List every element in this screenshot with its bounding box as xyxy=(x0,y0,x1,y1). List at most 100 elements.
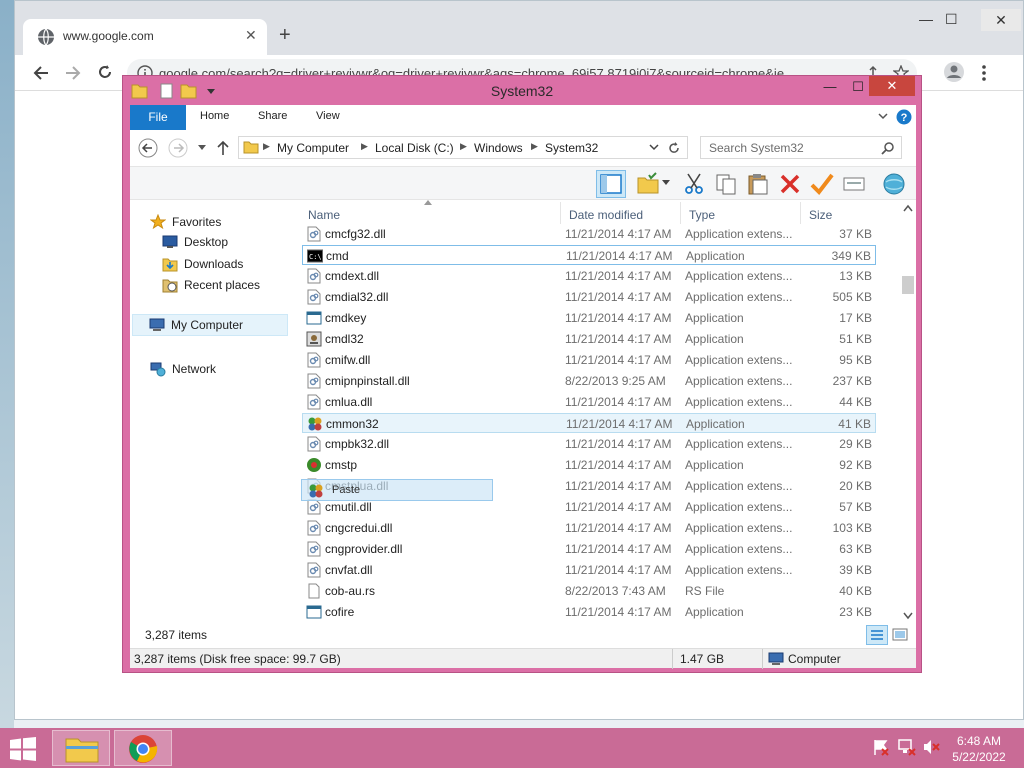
nav-item-favorites[interactable]: Favorites xyxy=(150,214,221,230)
refresh-icon[interactable] xyxy=(667,141,681,155)
dropdown-chevron-icon[interactable] xyxy=(662,180,670,186)
file-name: cmutil.dll xyxy=(325,500,372,514)
breadcrumb-separator-icon[interactable]: ▶ xyxy=(531,141,538,152)
table-row[interactable]: cmdkey 11/21/2014 4:17 AM Application 17 KB xyxy=(302,308,876,328)
table-row[interactable]: cngcredui.dll 11/21/2014 4:17 AM Applicati… xyxy=(302,518,876,538)
file-list-scrollbar[interactable] xyxy=(900,202,916,624)
paste-clipboard-icon[interactable] xyxy=(746,172,770,196)
scroll-up-chevron-icon[interactable] xyxy=(903,204,913,212)
svg-text:?: ? xyxy=(901,112,908,124)
explorer-close-button[interactable]: ✕ xyxy=(869,76,915,96)
delete-x-icon[interactable] xyxy=(778,172,802,196)
table-row[interactable]: cmdext.dll 11/21/2014 4:17 AM Application … xyxy=(302,266,876,286)
table-row[interactable]: cngprovider.dll 11/21/2014 4:17 AM Applica… xyxy=(302,539,876,559)
column-header-date[interactable]: Date modified xyxy=(569,208,643,222)
table-row[interactable]: cmdl32 11/21/2014 4:17 AM Application 51 KB xyxy=(302,329,876,349)
file-name: cngprovider.dll xyxy=(325,542,403,556)
cmdl-file-icon xyxy=(306,331,322,347)
tab-view[interactable]: View xyxy=(316,110,340,122)
browser-maximize-button[interactable]: ☐ xyxy=(945,11,958,28)
copy-icon[interactable] xyxy=(714,172,738,196)
tab-share[interactable]: Share xyxy=(258,110,287,122)
browser-close-button[interactable]: ✕ xyxy=(981,9,1021,31)
table-row[interactable]: cmipnpinstall.dll 8/22/2013 9:25 AM Applic… xyxy=(302,371,876,391)
forward-button-icon[interactable] xyxy=(168,138,188,158)
breadcrumb-my-computer[interactable]: My Computer xyxy=(277,141,349,155)
breadcrumb[interactable]: ▶ My Computer ▶ Local Disk (C:) ▶ Window… xyxy=(238,136,688,159)
table-row[interactable]: cmcfg32.dll 11/21/2014 4:17 AM Application… xyxy=(302,224,876,244)
scroll-down-chevron-icon[interactable] xyxy=(903,612,913,620)
help-icon[interactable]: ? xyxy=(896,109,912,125)
breadcrumb-windows[interactable]: Windows xyxy=(474,141,523,155)
menu-kebab-icon[interactable] xyxy=(981,64,987,82)
explorer-title-bar[interactable]: System32 — ☐ ✕ xyxy=(123,76,921,105)
search-icon[interactable] xyxy=(881,141,895,155)
taskbar-chrome[interactable] xyxy=(114,730,172,766)
column-divider[interactable] xyxy=(800,202,801,224)
column-header-type[interactable]: Type xyxy=(689,208,715,222)
column-divider[interactable] xyxy=(560,202,561,224)
nav-item-my-computer[interactable]: My Computer xyxy=(132,314,288,336)
table-row[interactable]: cmstp 11/21/2014 4:17 AM Application 92 KB xyxy=(302,455,876,475)
column-divider[interactable] xyxy=(680,202,681,224)
browser-tab[interactable]: www.google.com ✕ xyxy=(23,19,267,55)
recent-locations-chevron-icon[interactable] xyxy=(198,145,206,151)
table-row[interactable]: cmdial32.dll 11/21/2014 4:17 AM Applicatio… xyxy=(302,287,876,307)
table-row[interactable]: cmpbk32.dll 11/21/2014 4:17 AM Application… xyxy=(302,434,876,454)
tab-file[interactable]: File xyxy=(130,105,186,130)
breadcrumb-separator-icon[interactable]: ▶ xyxy=(460,141,467,152)
network-globe-icon[interactable] xyxy=(882,172,906,196)
forward-arrow-icon[interactable] xyxy=(65,65,81,81)
action-center-flag-icon[interactable] xyxy=(872,738,890,756)
breadcrumb-system32[interactable]: System32 xyxy=(545,141,598,155)
dll-file-icon xyxy=(306,268,322,284)
table-row[interactable]: cmifw.dll 11/21/2014 4:17 AM Application e… xyxy=(302,350,876,370)
taskbar-file-explorer[interactable] xyxy=(52,730,110,766)
breadcrumb-local-disk[interactable]: Local Disk (C:) xyxy=(375,141,454,155)
tab-home[interactable]: Home xyxy=(200,110,229,122)
explorer-maximize-button[interactable]: ☐ xyxy=(845,79,871,99)
clock-time: 6:48 AM xyxy=(956,734,1002,748)
nav-item-downloads[interactable]: Downloads xyxy=(162,256,243,272)
preview-pane-icon[interactable] xyxy=(596,170,626,198)
ribbon-expand-chevron-icon[interactable] xyxy=(878,113,888,121)
profile-avatar-icon[interactable] xyxy=(943,61,965,83)
rename-check-icon[interactable] xyxy=(810,172,834,196)
back-arrow-icon[interactable] xyxy=(33,65,49,81)
nav-item-recent-places[interactable]: Recent places xyxy=(162,277,260,293)
table-row[interactable]: cnvfat.dll 11/21/2014 4:17 AM Application … xyxy=(302,560,876,580)
table-row[interactable]: C:\ cmd 11/21/2014 4:17 AM Application 349 K… xyxy=(302,245,876,265)
column-header-name[interactable]: Name xyxy=(308,208,340,222)
windows-start-icon[interactable] xyxy=(8,737,38,761)
details-view-icon[interactable] xyxy=(866,625,888,645)
cut-scissors-icon[interactable] xyxy=(682,172,706,196)
nav-item-desktop[interactable]: Desktop xyxy=(162,235,228,249)
scrollbar-thumb[interactable] xyxy=(902,276,914,294)
explorer-minimize-button[interactable]: — xyxy=(817,79,843,99)
browser-minimize-button[interactable]: — xyxy=(919,11,933,27)
network-tray-icon[interactable] xyxy=(898,738,916,756)
large-icons-view-icon[interactable] xyxy=(892,627,908,643)
up-arrow-icon[interactable] xyxy=(216,140,230,156)
nav-item-network[interactable]: Network xyxy=(150,361,216,377)
new-tab-button[interactable]: + xyxy=(279,25,291,45)
dll-file-icon xyxy=(306,436,322,452)
file-type: Application xyxy=(685,311,744,325)
search-input[interactable]: Search System32 xyxy=(700,136,902,159)
back-button-icon[interactable] xyxy=(138,138,158,158)
table-row[interactable]: cmlua.dll 11/21/2014 4:17 AM Application e… xyxy=(302,392,876,412)
column-header-size[interactable]: Size xyxy=(809,208,832,222)
system-clock[interactable]: 6:48 AM 5/22/2022 xyxy=(940,733,1018,765)
browser-tab-close-icon[interactable]: ✕ xyxy=(245,27,257,44)
table-row[interactable]: cofire 11/21/2014 4:17 AM Application 23 KB xyxy=(302,602,876,622)
volume-muted-icon[interactable] xyxy=(922,738,940,756)
folder-check-icon[interactable] xyxy=(636,172,660,196)
breadcrumb-separator-icon[interactable]: ▶ xyxy=(361,141,368,152)
breadcrumb-separator-icon[interactable]: ▶ xyxy=(263,141,270,152)
properties-icon[interactable] xyxy=(842,172,866,196)
reload-icon[interactable] xyxy=(97,64,113,80)
table-row[interactable]: cob-au.rs 8/22/2013 7:43 AM RS File 40 KB xyxy=(302,581,876,601)
file-name: cngcredui.dll xyxy=(325,521,393,535)
table-row[interactable]: cmmon32 11/21/2014 4:17 AM Application 41 K… xyxy=(302,413,876,433)
address-dropdown-chevron-icon[interactable] xyxy=(649,144,659,152)
